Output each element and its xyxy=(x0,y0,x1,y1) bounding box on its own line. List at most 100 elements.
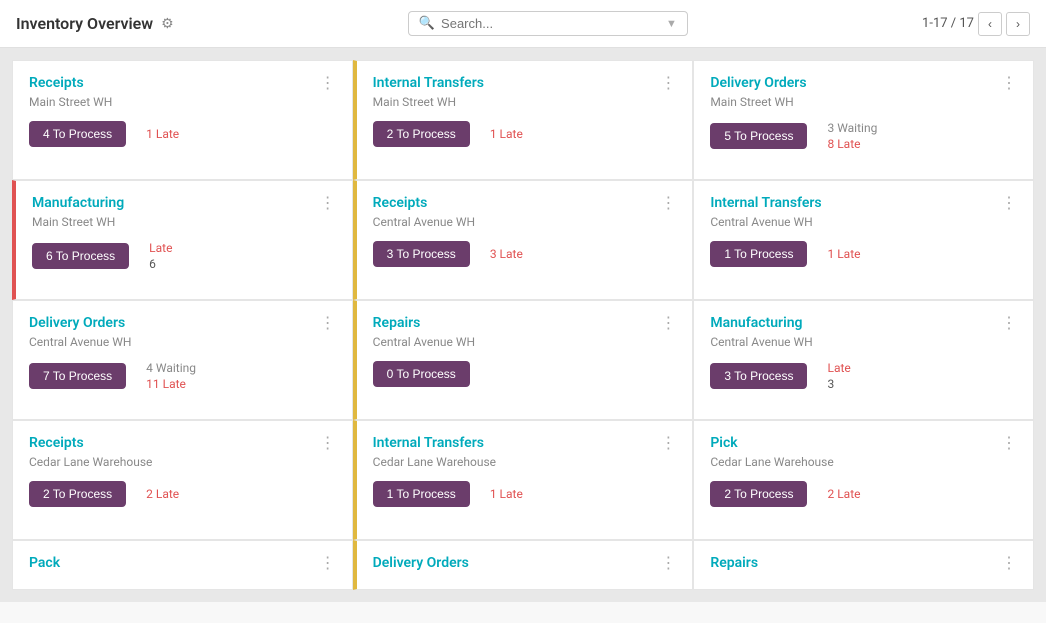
card-title[interactable]: Repairs xyxy=(710,555,758,571)
process-button[interactable]: 7 To Process xyxy=(29,363,126,389)
card-body: 6 To Process Late6 xyxy=(32,241,336,271)
card-body: 2 To Process 2 Late xyxy=(710,481,1017,507)
stat-item[interactable]: 1 Late xyxy=(827,247,860,261)
card-delivery-orders-bottom: Delivery Orders ⋮ xyxy=(353,540,694,590)
card-delivery-orders-main: Delivery Orders ⋮ Main Street WH 5 To Pr… xyxy=(693,60,1034,180)
card-body: 4 To Process 1 Late xyxy=(29,121,336,147)
card-title[interactable]: Pack xyxy=(29,555,60,571)
search-bar: 🔍 ▼ xyxy=(408,11,688,36)
card-internal-transfers-main: Internal Transfers ⋮ Main Street WH 2 To… xyxy=(353,60,694,180)
search-input[interactable] xyxy=(441,16,666,31)
card-menu-icon[interactable]: ⋮ xyxy=(660,435,676,451)
card-menu-icon[interactable]: ⋮ xyxy=(660,555,676,571)
card-subtitle: Cedar Lane Warehouse xyxy=(29,455,336,469)
stat-item[interactable]: 1 Late xyxy=(490,127,523,141)
card-menu-icon[interactable]: ⋮ xyxy=(660,315,676,331)
stat-item[interactable]: 1 Late xyxy=(490,487,523,501)
card-title[interactable]: Manufacturing xyxy=(710,315,802,331)
stat-item[interactable]: 11 Late xyxy=(146,377,196,391)
stat-item[interactable]: 3 Late xyxy=(490,247,523,261)
card-header: Internal Transfers ⋮ xyxy=(373,75,677,91)
process-button[interactable]: 4 To Process xyxy=(29,121,126,147)
card-header: Receipts ⋮ xyxy=(29,435,336,451)
card-header: Delivery Orders ⋮ xyxy=(710,75,1017,91)
card-header: Receipts ⋮ xyxy=(29,75,336,91)
process-button[interactable]: 2 To Process xyxy=(710,481,807,507)
stat-item[interactable]: 2 Late xyxy=(827,487,860,501)
card-menu-icon[interactable]: ⋮ xyxy=(1001,555,1017,571)
card-subtitle: Central Avenue WH xyxy=(373,215,677,229)
card-title[interactable]: Delivery Orders xyxy=(29,315,125,331)
process-button[interactable]: 1 To Process xyxy=(373,481,470,507)
card-subtitle: Cedar Lane Warehouse xyxy=(373,455,677,469)
process-button[interactable]: 1 To Process xyxy=(710,241,807,267)
card-stats: 1 Late xyxy=(827,247,860,261)
card-receipts-main: Receipts ⋮ Main Street WH 4 To Process 1… xyxy=(12,60,353,180)
card-title[interactable]: Delivery Orders xyxy=(373,555,469,571)
stat-item[interactable]: 2 Late xyxy=(146,487,179,501)
search-dropdown-icon[interactable]: ▼ xyxy=(666,17,677,30)
card-subtitle: Cedar Lane Warehouse xyxy=(710,455,1017,469)
card-menu-icon[interactable]: ⋮ xyxy=(660,75,676,91)
page-title: Inventory Overview xyxy=(16,14,153,33)
card-header: Repairs ⋮ xyxy=(710,555,1017,571)
card-stats: 1 Late xyxy=(490,127,523,141)
card-title[interactable]: Manufacturing xyxy=(32,195,124,211)
card-body: 3 To Process Late3 xyxy=(710,361,1017,391)
process-button[interactable]: 5 To Process xyxy=(710,123,807,149)
card-manufacturing-central: Manufacturing ⋮ Central Avenue WH 3 To P… xyxy=(693,300,1034,420)
card-subtitle: Main Street WH xyxy=(710,95,1017,109)
card-manufacturing-main: Manufacturing ⋮ Main Street WH 6 To Proc… xyxy=(12,180,353,300)
card-body: 1 To Process 1 Late xyxy=(373,481,677,507)
card-body: 2 To Process 1 Late xyxy=(373,121,677,147)
process-button[interactable]: 0 To Process xyxy=(373,361,470,387)
card-menu-icon[interactable]: ⋮ xyxy=(320,195,336,211)
card-stats: 1 Late xyxy=(146,127,179,141)
card-subtitle: Central Avenue WH xyxy=(373,335,677,349)
card-menu-icon[interactable]: ⋮ xyxy=(1001,195,1017,211)
card-pick-cedar: Pick ⋮ Cedar Lane Warehouse 2 To Process… xyxy=(693,420,1034,540)
card-menu-icon[interactable]: ⋮ xyxy=(320,555,336,571)
gear-icon[interactable]: ⚙ xyxy=(161,16,174,32)
card-menu-icon[interactable]: ⋮ xyxy=(1001,435,1017,451)
card-repairs-bottom: Repairs ⋮ xyxy=(693,540,1034,590)
card-menu-icon[interactable]: ⋮ xyxy=(320,435,336,451)
card-menu-icon[interactable]: ⋮ xyxy=(320,75,336,91)
card-title[interactable]: Receipts xyxy=(29,435,84,451)
pagination-prev-button[interactable]: ‹ xyxy=(978,12,1002,36)
stat-item[interactable]: 1 Late xyxy=(146,127,179,141)
card-title[interactable]: Pick xyxy=(710,435,737,451)
card-title[interactable]: Receipts xyxy=(29,75,84,91)
card-subtitle: Main Street WH xyxy=(32,215,336,229)
card-stats: Late3 xyxy=(827,361,850,391)
stat-item[interactable]: 8 Late xyxy=(827,137,877,151)
process-button[interactable]: 3 To Process xyxy=(710,363,807,389)
card-title[interactable]: Internal Transfers xyxy=(373,435,484,451)
card-title[interactable]: Receipts xyxy=(373,195,428,211)
card-title[interactable]: Internal Transfers xyxy=(710,195,821,211)
card-stats: 2 Late xyxy=(146,487,179,501)
card-body: 7 To Process 4 Waiting11 Late xyxy=(29,361,336,391)
pagination: 1-17 / 17 ‹ › xyxy=(922,12,1030,36)
stat-item[interactable]: Late xyxy=(149,241,172,255)
card-repairs-central: Repairs ⋮ Central Avenue WH 0 To Process xyxy=(353,300,694,420)
pagination-label: 1-17 / 17 xyxy=(922,16,974,31)
card-header: Pack ⋮ xyxy=(29,555,336,571)
card-stats: 2 Late xyxy=(827,487,860,501)
card-menu-icon[interactable]: ⋮ xyxy=(1001,315,1017,331)
card-stats: 3 Late xyxy=(490,247,523,261)
card-menu-icon[interactable]: ⋮ xyxy=(660,195,676,211)
card-menu-icon[interactable]: ⋮ xyxy=(320,315,336,331)
card-subtitle: Central Avenue WH xyxy=(710,335,1017,349)
card-body: 2 To Process 2 Late xyxy=(29,481,336,507)
process-button[interactable]: 2 To Process xyxy=(373,121,470,147)
process-button[interactable]: 3 To Process xyxy=(373,241,470,267)
pagination-next-button[interactable]: › xyxy=(1006,12,1030,36)
stat-item[interactable]: Late xyxy=(827,361,850,375)
process-button[interactable]: 2 To Process xyxy=(29,481,126,507)
card-title[interactable]: Delivery Orders xyxy=(710,75,806,91)
card-title[interactable]: Internal Transfers xyxy=(373,75,484,91)
card-title[interactable]: Repairs xyxy=(373,315,421,331)
card-menu-icon[interactable]: ⋮ xyxy=(1001,75,1017,91)
process-button[interactable]: 6 To Process xyxy=(32,243,129,269)
